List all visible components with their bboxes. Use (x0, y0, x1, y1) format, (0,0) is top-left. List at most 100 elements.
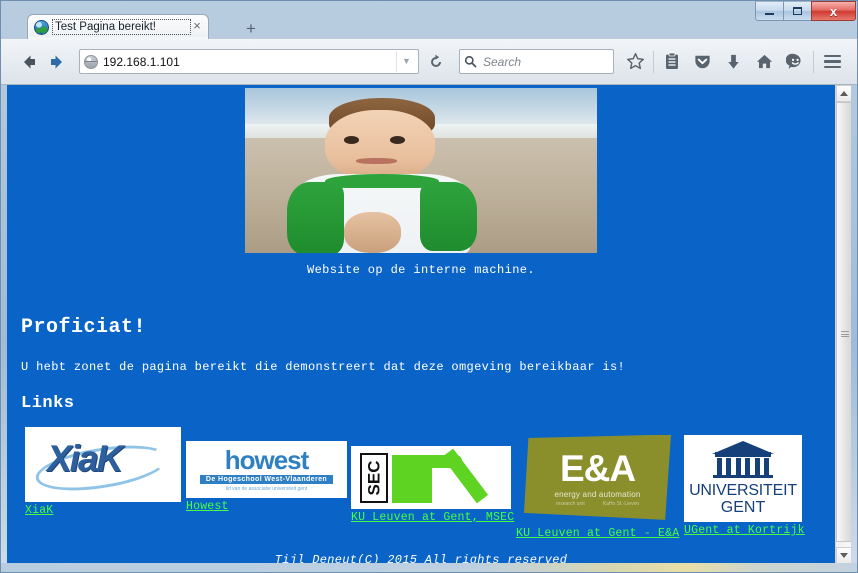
ugent-logo[interactable]: UNIVERSITEIT GENT (684, 435, 802, 522)
baby-mouth (355, 157, 398, 165)
hero-section: Website op de interne machine. (7, 85, 835, 277)
link-label-ea[interactable]: KU Leuven at Gent - E&A (516, 527, 679, 540)
forward-arrow-icon (51, 55, 62, 68)
baby-eye-left (344, 135, 360, 144)
window-controls: x (755, 1, 856, 21)
minimize-button[interactable] (755, 1, 784, 21)
xiak-logo-text: XiaK (47, 437, 123, 479)
msec-logo-text: SEC (364, 460, 383, 495)
image-baby (287, 95, 478, 253)
page-viewport: Website op de interne machine. Proficiat… (7, 85, 851, 564)
baby-fist (344, 211, 402, 253)
tab-title: Test Pagina bereikt! (52, 19, 191, 35)
url-input[interactable]: 192.168.1.101 (103, 55, 396, 69)
menu-bar-3 (824, 65, 841, 69)
scroll-up-icon (840, 91, 848, 96)
download-arrow-icon[interactable] (718, 47, 749, 77)
search-icon (464, 55, 480, 68)
ugent-temple-icon (712, 441, 774, 478)
ea-footnote-right: KaHo St.-Lieven (602, 500, 640, 507)
link-label-msec[interactable]: KU Leuven at Gent, MSEC (351, 511, 514, 524)
reload-button[interactable] (421, 48, 451, 75)
msec-logo-graphic: SEC (358, 448, 504, 505)
back-arrow-icon (24, 55, 35, 68)
baby-eye-right (389, 135, 406, 144)
ea-logo[interactable]: E&A energy and automation research unit … (516, 432, 679, 525)
ea-logo-footnotes: research unit KaHo St.-Lieven (556, 501, 639, 507)
link-label-howest[interactable]: Howest (186, 500, 347, 513)
howest-logo-band: De Hogeschool West-Vlaanderen (199, 475, 334, 484)
baby-sleeve-left (287, 181, 345, 253)
link-item-ea: E&A energy and automation research unit … (516, 432, 679, 540)
ea-logo-subtitle: energy and automation (554, 489, 641, 499)
navigation-toolbar: 192.168.1.101 ▼ Search (1, 38, 857, 85)
maximize-icon (793, 7, 802, 15)
bookmark-star-icon[interactable] (620, 47, 651, 77)
close-button[interactable]: x (811, 1, 856, 21)
reader-list-icon[interactable] (656, 47, 687, 77)
toolbar-icon-group (620, 47, 849, 77)
feedback-smiley-icon[interactable] (780, 47, 811, 77)
search-bar[interactable]: Search (459, 49, 614, 74)
scroll-down-button[interactable] (836, 547, 851, 564)
page-body-text: U hebt zonet de pagina bereikt die demon… (21, 360, 626, 374)
msec-sec-box: SEC (360, 452, 388, 503)
forward-button[interactable] (43, 48, 71, 76)
ugent-logo-text-2: GENT (720, 499, 766, 516)
toolbar-divider (653, 50, 654, 73)
ea-logo-text: E&A (559, 447, 636, 489)
xiak-logo-graphic: XiaK (32, 436, 173, 498)
link-item-xiak: XiaK XiaK (25, 427, 181, 517)
howest-logo-text: howest (224, 445, 310, 475)
search-input[interactable]: Search (480, 55, 609, 69)
link-item-msec: SEC KU Leuven at Gent, MSEC (351, 446, 514, 524)
baby-sleeve-right (420, 181, 478, 252)
link-label-ugent[interactable]: UGent at Kortrijk (684, 524, 805, 537)
window-bottom-border (0, 563, 858, 573)
hero-caption: Website op de interne machine. (306, 263, 536, 277)
howest-logo-subtext: lid van de associatie universiteit gent (225, 486, 308, 492)
pocket-shield-icon[interactable] (687, 47, 718, 77)
scrollbar-thumb[interactable] (836, 102, 851, 542)
links-logo-row: XiaK XiaK howest De Hogeschool West-Vlaa… (7, 427, 835, 540)
tab-strip: Test Pagina bereikt! × + (1, 1, 858, 39)
ugent-architrave (715, 452, 771, 457)
link-label-xiak[interactable]: XiaK (25, 504, 181, 517)
menu-bar-1 (824, 54, 841, 58)
scrollbar-grip-icon (841, 331, 849, 337)
link-item-ugent: UNIVERSITEIT GENT UGent at Kortrijk (684, 435, 805, 537)
back-button[interactable] (15, 48, 43, 76)
howest-logo[interactable]: howest De Hogeschool West-Vlaanderen lid… (186, 441, 347, 498)
scroll-down-icon (840, 553, 848, 558)
tab-close-icon[interactable]: × (190, 19, 204, 34)
ugent-base (713, 475, 773, 478)
toolbar-divider-2 (813, 50, 814, 73)
globe-favicon-icon (34, 19, 49, 35)
url-bar[interactable]: 192.168.1.101 ▼ (79, 49, 419, 74)
browser-tab[interactable]: Test Pagina bereikt! × (27, 14, 209, 39)
msec-logo[interactable]: SEC (351, 446, 511, 509)
web-page-content: Website op de interne machine. Proficiat… (7, 85, 835, 564)
home-icon[interactable] (749, 47, 780, 77)
new-tab-button[interactable]: + (241, 20, 261, 39)
scroll-up-button[interactable] (836, 85, 851, 102)
vertical-scrollbar[interactable] (835, 85, 851, 564)
close-icon: x (829, 3, 838, 19)
browser-window: x Test Pagina bereikt! × + 192.168.1.101… (0, 0, 858, 573)
ugent-columns (717, 458, 769, 475)
menu-bar-2 (824, 60, 841, 63)
links-heading: Links (21, 394, 75, 413)
msec-diagonal (442, 448, 489, 503)
baby-collar (325, 173, 440, 189)
success-kid-image (245, 88, 597, 253)
ugent-logo-text-1: UNIVERSITEIT (689, 482, 797, 499)
ea-footnote-left: research unit (555, 500, 585, 507)
maximize-button[interactable] (783, 1, 812, 21)
page-heading: Proficiat! (21, 316, 147, 339)
baby-head (325, 110, 436, 181)
hamburger-menu-icon[interactable] (816, 47, 849, 77)
xiak-logo[interactable]: XiaK (25, 427, 181, 502)
identity-globe-icon (84, 54, 98, 69)
url-dropdown-icon[interactable]: ▼ (396, 51, 416, 72)
reload-icon (431, 54, 441, 67)
